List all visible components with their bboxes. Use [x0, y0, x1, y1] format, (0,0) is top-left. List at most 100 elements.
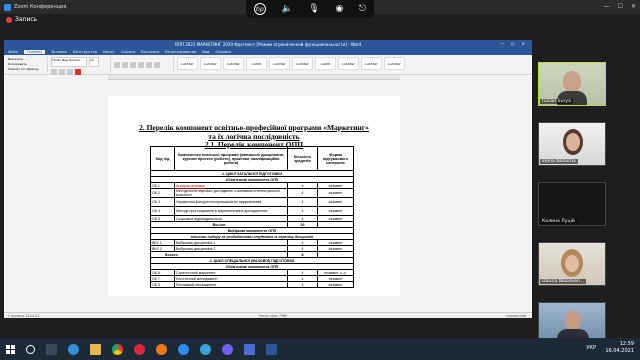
table-row: ОК 2. Методологія наукових досліджень з … [150, 188, 354, 198]
status-page: Страница 14 из 53 [8, 313, 40, 318]
tab-view[interactable]: Вид [202, 50, 209, 54]
tab-help[interactable]: Справка [216, 50, 232, 54]
style-tile[interactable]: АаБбВвГ [338, 57, 359, 70]
opera-icon[interactable] [134, 343, 145, 355]
participants-panel: ruslan burya Elena Nahorna Калина Луцій … [534, 62, 636, 360]
paragraph-group [114, 57, 174, 72]
align-right-button[interactable] [146, 61, 152, 68]
participant-tile[interactable]: Калина Луцій [538, 182, 606, 226]
word-status-bar: Страница 14 из 53 Число слов: 7960 украи… [4, 312, 532, 318]
participant-video [565, 311, 581, 331]
format-painter-button[interactable]: Формат по образцу [8, 67, 39, 71]
participant-tile[interactable]: Elena Nahorna [538, 122, 606, 166]
telegram-icon[interactable] [200, 343, 211, 355]
tab-references[interactable]: Ссылки [121, 50, 135, 54]
table-row: ОК 8. Рекламний менеджмент 4 екзамен [150, 281, 354, 288]
meeting-controls: hp 🔈 🎙 ◉ ⎋ [246, 0, 374, 18]
system-clock[interactable]: 12:59 16.04.2021 [605, 341, 634, 355]
style-tile[interactable]: АаБбВвГ [223, 57, 244, 70]
participant-name: Калина Луцій [540, 219, 577, 224]
underline-button[interactable] [67, 69, 73, 75]
tab-review[interactable]: Рецензирование [165, 50, 196, 54]
task-view-icon[interactable] [46, 343, 57, 355]
font-size-box[interactable]: 14 [89, 57, 99, 67]
recording-indicator[interactable]: Запись [6, 16, 37, 23]
close-button[interactable]: ✕ [631, 3, 636, 10]
font-color-button[interactable] [75, 69, 81, 75]
style-tile[interactable]: АаБбВвГ [177, 57, 198, 70]
style-tile[interactable]: АаБбВвГ [269, 57, 290, 70]
components-table: Код н/д Компоненти освітньої програми (н… [150, 146, 354, 288]
tab-insert[interactable]: Вставка [51, 50, 66, 54]
explorer-icon[interactable] [90, 343, 101, 355]
col-header-control: Форма підсумкового контролю [317, 146, 354, 171]
style-tile[interactable]: АаБбВвГ [200, 57, 221, 70]
style-tile[interactable]: АаБбВвГ [361, 57, 382, 70]
clipboard-group: Вырезать Копировать Формат по образцу [8, 57, 48, 72]
edge-icon[interactable] [68, 343, 79, 355]
search-icon[interactable] [26, 344, 35, 354]
tab-design[interactable]: Конструктор [73, 50, 97, 54]
ribbon-tabs: Файл Главная Вставка Конструктор Макет С… [4, 48, 532, 55]
hp-logo-icon: hp [253, 3, 266, 15]
keyboard-language[interactable]: УКР [586, 345, 596, 351]
minimize-button[interactable]: — [604, 3, 610, 10]
window-controls: — ☐ ✕ [604, 3, 636, 10]
col-header-code: Код н/д [150, 146, 175, 171]
tab-layout[interactable]: Макет [103, 50, 115, 54]
italic-button[interactable] [59, 69, 65, 75]
viber-icon[interactable] [222, 343, 233, 355]
align-center-button[interactable] [138, 61, 144, 68]
word-document-title: ОПП 2021 МАРКЕТИНГ 2020 Фрагмент [Режим … [174, 41, 362, 47]
align-left-button[interactable] [130, 61, 136, 68]
cut-button[interactable]: Вырезать [8, 57, 23, 61]
word-app-icon[interactable] [266, 343, 277, 355]
document-page[interactable]: 2. Перелік компонент освітньо-професійно… [108, 96, 400, 296]
table-row: ОК 4. Методи прогнозування в маркетингов… [150, 206, 354, 216]
zoom-window-title: Zoom Конференция [14, 4, 67, 10]
record-icon [6, 16, 12, 23]
tab-mailings[interactable]: Рассылки [141, 50, 159, 54]
horizontal-ruler [108, 75, 400, 80]
copy-button[interactable]: Копировать [8, 62, 27, 66]
status-language: украинский [506, 313, 526, 318]
windows-taskbar: УКР 12:59 16.04.2021 [0, 338, 640, 360]
speaker-icon[interactable]: 🔈 [282, 4, 293, 14]
style-tile[interactable]: АаБбВвГ [292, 57, 313, 70]
firefox-icon[interactable] [156, 343, 167, 355]
tab-file[interactable]: Файл [8, 50, 18, 54]
tab-home[interactable]: Главная [23, 49, 46, 54]
styles-gallery: АаБбВвГ АаБбВвГ АаБбВвГ АаБбВ АаБбВвГ Аа… [177, 57, 405, 72]
start-button[interactable] [6, 344, 15, 354]
word-title-bar: ОПП 2021 МАРКЕТИНГ 2020 Фрагмент [Режим … [4, 40, 532, 48]
participant-name: ruslan burya [540, 99, 573, 104]
zoom-app-icon[interactable] [178, 343, 189, 355]
recording-label: Запись [15, 16, 38, 23]
col-header-credits: Кількість кредитів [287, 146, 318, 171]
style-tile[interactable]: АаБбВ [246, 57, 267, 70]
table-row: ОК 3. Управління конкурентоспроможністю … [150, 197, 354, 207]
participant-video [563, 71, 581, 93]
word-window-controls[interactable]: ─ ☐ ✕ [501, 41, 528, 46]
stop-share-icon[interactable]: ⎋ [359, 4, 366, 14]
maximize-button[interactable]: ☐ [618, 3, 623, 10]
font-name-box[interactable]: Times New Roman [51, 57, 87, 67]
style-tile[interactable]: АаБбВ [315, 57, 336, 70]
status-words: Число слов: 7960 [258, 313, 288, 318]
style-tile[interactable]: АаБбВвГ [384, 57, 405, 70]
participant-name: Elena Nahorna [540, 159, 578, 164]
justify-button[interactable] [154, 61, 160, 68]
numbering-button[interactable] [122, 61, 128, 68]
microphone-icon[interactable]: 🎙 [308, 4, 319, 14]
bold-button[interactable] [51, 69, 57, 75]
clock-date: 16.04.2021 [605, 348, 634, 354]
ribbon: Вырезать Копировать Формат по образцу Ti… [4, 55, 532, 75]
bullets-button[interactable] [114, 61, 120, 68]
shared-word-window: ОПП 2021 МАРКЕТИНГ 2020 Фрагмент [Режим … [4, 40, 532, 318]
store-icon[interactable] [244, 343, 255, 355]
chrome-icon[interactable] [112, 343, 123, 355]
participant-name: Darina Nikolaien... [540, 279, 587, 284]
participant-tile[interactable]: ruslan burya [538, 62, 606, 106]
broadcast-icon[interactable]: ◉ [336, 4, 344, 14]
participant-tile[interactable]: Darina Nikolaien... [538, 242, 606, 286]
